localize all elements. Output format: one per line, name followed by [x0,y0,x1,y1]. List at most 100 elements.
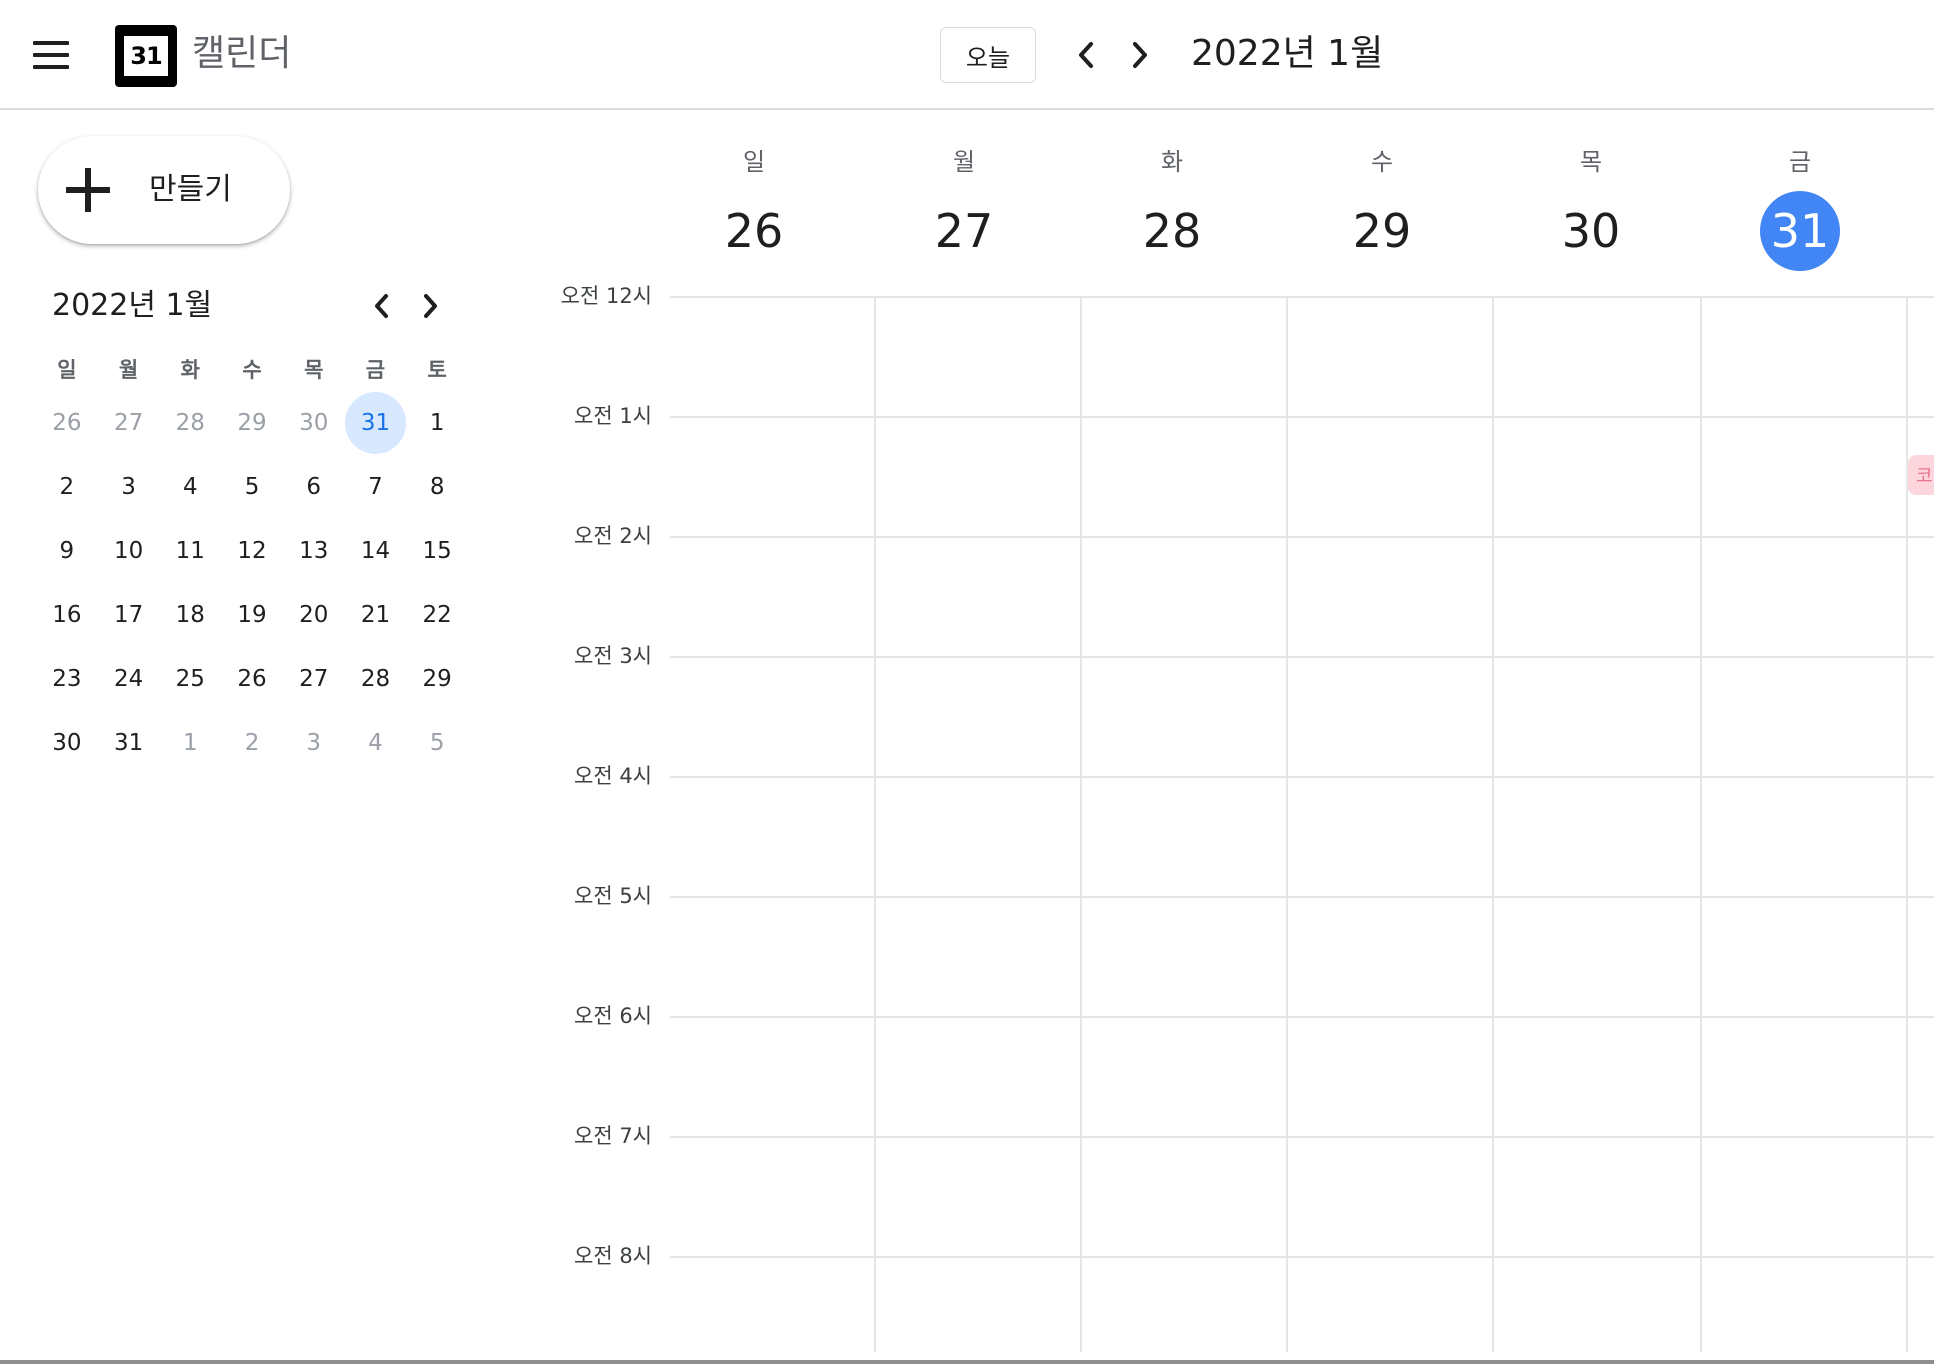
mini-calendar-day[interactable]: 24 [98,648,160,710]
mini-calendar-previous-button[interactable] [362,286,402,326]
mini-calendar-day[interactable]: 26 [221,648,283,710]
day-name: 화 [1160,148,1184,176]
mini-calendar-day[interactable]: 2 [221,712,283,774]
day-name: 일 [742,148,766,176]
day-number-button[interactable]: 28 [1132,191,1212,271]
mini-calendar-day[interactable]: 5 [406,712,468,774]
mini-calendar-day[interactable]: 29 [406,648,468,710]
day-name: 월 [952,148,976,176]
weekday-label: 월 [118,358,139,382]
menu-icon-bar [33,41,69,45]
week-time-grid[interactable] [670,296,1934,1352]
mini-calendar-day[interactable]: 11 [159,520,221,582]
app-title: 캘린더 [192,33,292,74]
mini-calendar-day[interactable]: 4 [345,712,407,774]
mini-calendar-next-button[interactable] [410,286,450,326]
mini-calendar-day[interactable]: 28 [345,648,407,710]
day-number-button[interactable]: 27 [924,191,1004,271]
hour-label: 오전 8시 [574,1244,652,1268]
main-menu-button[interactable] [30,38,72,72]
mini-calendar-day[interactable]: 5 [221,456,283,518]
mini-calendar-week: 16 17 18 19 20 21 22 [36,584,468,648]
mini-calendar-week: 26 27 28 29 30 31 1 [36,392,468,456]
mini-calendar-day[interactable]: 7 [345,456,407,518]
mini-calendar-day[interactable]: 30 [36,712,98,774]
calendar-event-chip[interactable]: 코 [1908,455,1934,495]
logo-number: 31 [124,36,168,76]
mini-calendar-day[interactable]: 30 [283,392,345,454]
mini-calendar-day[interactable]: 25 [159,648,221,710]
hour-label: 오전 2시 [574,524,652,548]
hour-gridline [670,896,1934,898]
day-number-button[interactable]: 30 [1551,191,1631,271]
day-column-header-wed: 수 29 [1278,0,1486,296]
mini-calendar-week: 9 10 11 12 13 14 15 [36,520,468,584]
mini-calendar-day[interactable]: 26 [36,392,98,454]
mini-calendar-day[interactable]: 1 [159,712,221,774]
mini-calendar-day[interactable]: 10 [98,520,160,582]
mini-calendar-grid: 일 월 화 수 목 금 토 26 27 28 29 30 31 1 2 3 4 … [36,346,468,776]
mini-calendar-day[interactable]: 3 [283,712,345,774]
hour-gridline [670,1256,1934,1258]
day-column-header-mon: 월 27 [860,0,1068,296]
menu-icon-bar [33,53,69,57]
weekday-label: 화 [180,358,200,382]
calendar-logo-icon[interactable]: 31 [115,25,177,87]
mini-calendar-day[interactable]: 8 [406,456,468,518]
hour-gridline [670,1136,1934,1138]
mini-calendar-day[interactable]: 18 [159,584,221,646]
mini-calendar-day[interactable]: 16 [36,584,98,646]
day-number-button[interactable]: 29 [1342,191,1422,271]
mini-calendar-week: 30 31 1 2 3 4 5 [36,712,468,776]
mini-calendar-day[interactable]: 3 [98,456,160,518]
day-column-header-sun: 일 26 [650,0,858,296]
bottom-border [0,1360,1934,1364]
chevron-left-icon [375,294,388,318]
day-number-button[interactable]: 26 [714,191,794,271]
create-event-button[interactable]: 만들기 [38,136,290,244]
day-column-header-fri: 금 31 [1696,0,1904,296]
mini-calendar-day[interactable]: 4 [159,456,221,518]
mini-calendar-day[interactable]: 9 [36,520,98,582]
mini-calendar-day[interactable]: 17 [98,584,160,646]
plus-icon [66,168,110,212]
mini-calendar-day[interactable]: 27 [283,648,345,710]
mini-calendar-weekday-row: 일 월 화 수 목 금 토 [36,346,468,392]
mini-calendar-day[interactable]: 21 [345,584,407,646]
day-divider [1286,296,1288,1352]
hour-gridline [670,656,1934,658]
mini-calendar-day[interactable]: 28 [159,392,221,454]
day-divider [1700,296,1702,1352]
mini-calendar-day[interactable]: 22 [406,584,468,646]
mini-calendar-day[interactable]: 2 [36,456,98,518]
day-divider [1492,296,1494,1352]
hour-gridline [670,536,1934,538]
mini-calendar-day[interactable]: 12 [221,520,283,582]
mini-calendar-day[interactable]: 6 [283,456,345,518]
mini-calendar-day[interactable]: 31 [98,712,160,774]
mini-calendar-day[interactable]: 19 [221,584,283,646]
today-date-badge[interactable]: 31 [1760,191,1840,271]
day-name: 금 [1788,148,1812,176]
mini-calendar-day[interactable]: 13 [283,520,345,582]
mini-calendar-day[interactable]: 29 [221,392,283,454]
menu-icon-bar [33,65,69,69]
create-button-label: 만들기 [149,172,232,207]
mini-calendar-day[interactable]: 14 [345,520,407,582]
hour-label: 오전 3시 [574,644,652,668]
hour-gridline [670,416,1934,418]
weekday-label: 수 [242,358,262,382]
hour-label: 오전 7시 [574,1124,652,1148]
hour-gridline [670,776,1934,778]
hour-label: 오전 12시 [560,284,652,308]
mini-calendar-day[interactable]: 1 [406,392,468,454]
day-column-header-tue: 화 28 [1068,0,1276,296]
mini-calendar-day[interactable]: 27 [98,392,160,454]
mini-calendar-day[interactable]: 15 [406,520,468,582]
mini-calendar-day[interactable]: 23 [36,648,98,710]
mini-calendar-day[interactable]: 20 [283,584,345,646]
hour-label: 오전 4시 [574,764,652,788]
mini-calendar-selected-day[interactable]: 31 [344,392,407,454]
hour-label: 오전 6시 [574,1004,652,1028]
day-column-header-thu: 목 30 [1487,0,1695,296]
